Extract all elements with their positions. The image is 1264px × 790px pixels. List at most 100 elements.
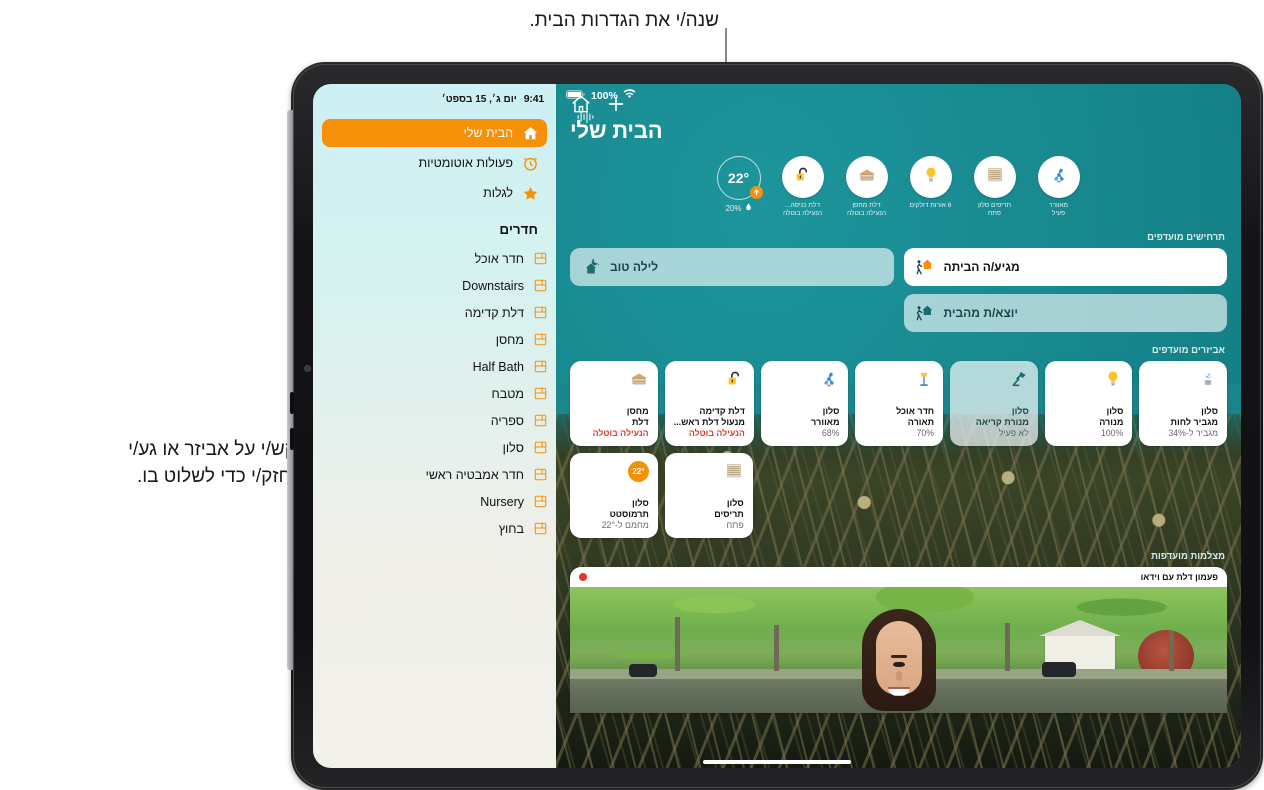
humidity-value: 20% — [725, 203, 742, 213]
room-icon — [533, 521, 548, 536]
heat-up-icon — [749, 186, 763, 199]
accessory-state: פתח — [726, 519, 744, 530]
sidebar-item-label: הבית שלי — [463, 126, 514, 140]
bulb-icon — [921, 165, 941, 190]
sidebar-room-item[interactable]: דלת קדימה — [313, 299, 556, 326]
temperature-ring: 22° — [716, 156, 763, 200]
room-icon — [533, 305, 548, 320]
accessory-text: סלון תריסים פתח — [674, 498, 744, 531]
status-icon-circle — [781, 156, 824, 198]
sidebar-room-item[interactable]: Half Bath — [313, 353, 556, 380]
volume-down-button[interactable] — [290, 428, 294, 450]
sidebar-room-item[interactable]: בחוץ — [313, 515, 556, 542]
accessory-room: סלון — [631, 497, 649, 508]
sidebar-room-item[interactable]: מחסן — [313, 326, 556, 353]
accessory-name: מגביר לחות — [1170, 416, 1218, 427]
status-icon-circle — [909, 156, 952, 198]
main-panel: 100% הבית שלי מאוורר פעיל תריסים סלון פת… — [556, 84, 1241, 768]
front-camera-icon — [305, 366, 310, 371]
accessory-state: 100% — [1100, 427, 1124, 438]
status-icon-circle — [1037, 156, 1080, 198]
sidebar-room-label: מחסן — [495, 332, 524, 347]
accessory-state: 70% — [916, 427, 935, 438]
accessory-name: מנורה — [1099, 416, 1124, 427]
accessory-name: מנעול דלת ראש... — [673, 416, 745, 427]
scene-tile[interactable]: יוצא/ת מהבית — [903, 293, 1227, 332]
accessory-room: סלון — [822, 405, 840, 416]
climate-summary[interactable]: 22° 20% — [713, 156, 765, 213]
volume-up-button[interactable] — [290, 392, 294, 414]
camera-live-view[interactable] — [570, 586, 1227, 713]
accessory-tile[interactable]: חדר אוכל תאורה 70% — [855, 360, 944, 446]
sidebar-room-item[interactable]: ספריה — [313, 407, 556, 434]
car-decoration — [1041, 661, 1076, 677]
accessory-text: סלון מאוורר 68% — [770, 405, 840, 439]
lock-open-icon — [725, 369, 745, 389]
sidebar-room-item[interactable]: סלון — [313, 434, 556, 461]
sidebar-room-item[interactable]: חדר אמבטיה ראשי — [313, 461, 556, 488]
wifi-icon — [623, 89, 636, 102]
sidebar-room-label: Downstairs — [462, 278, 524, 293]
accessory-tile[interactable]: סלון מנורת קריאה לא פעיל — [950, 360, 1038, 446]
status-summary-item[interactable]: תריסים סלון פתח — [969, 156, 1021, 219]
accessory-tile[interactable]: מחסן דלת הנעילה בוטלה — [570, 360, 658, 446]
thermostat-temperature-badge: 22° — [627, 460, 649, 482]
home-indicator[interactable] — [703, 760, 851, 764]
status-summary-item[interactable]: 6 אורות דולקים — [905, 156, 957, 210]
camera-card[interactable]: פעמון דלת עם וידאו — [570, 566, 1227, 713]
accessory-tile[interactable]: סלון מאוורר 68% — [760, 360, 849, 446]
accessory-text: סלון מנורה 100% — [1054, 405, 1124, 439]
accessory-tile[interactable]: סלון מנורה 100% — [1044, 360, 1133, 446]
ipad-device: 9:41 יום ג׳, 15 בספט׳ הבית שלי פעולות או… — [287, 62, 1263, 790]
siri-waveform-icon — [576, 110, 595, 129]
sidebar-room-label: מטבח — [491, 386, 524, 401]
eye-right — [892, 661, 902, 667]
leave-home-icon — [915, 303, 935, 323]
sidebar-room-item[interactable]: מטבח — [313, 380, 556, 407]
accessory-name: מנורת קריאה — [975, 416, 1029, 427]
status-icon-circle — [845, 156, 888, 198]
room-icon — [533, 494, 548, 509]
scene-label: לילה טוב — [610, 259, 659, 274]
accessory-room: מחסן — [626, 405, 649, 416]
accessory-state: לא פעיל — [998, 427, 1029, 438]
accessory-state: הנעילה בוטלה — [688, 427, 745, 438]
sidebar-item-label: לגלות — [483, 186, 513, 200]
sidebar-room-label: דלת קדימה — [464, 305, 524, 320]
face-shape — [875, 620, 922, 696]
sidebar: 9:41 יום ג׳, 15 בספט׳ הבית שלי פעולות או… — [313, 84, 556, 768]
temperature-value: 22° — [727, 170, 750, 186]
scene-tile[interactable]: לילה טוב — [570, 247, 894, 286]
ipad-side-rail — [287, 110, 293, 670]
accessory-state: מחמם ל-22° — [601, 519, 649, 530]
sidebar-room-label: Nursery — [480, 494, 524, 509]
humidity-label: 20% — [726, 203, 752, 213]
accessory-tile[interactable]: סלון מגביר לחות מגביר ל-34% — [1139, 360, 1227, 446]
status-item-label: דלת מחסן הנעילה בוטלה — [846, 202, 887, 218]
sidebar-room-label: Half Bath — [472, 359, 524, 374]
sidebar-item-discover[interactable]: לגלות — [322, 179, 547, 207]
room-icon — [533, 251, 548, 266]
callout-home-settings: שנה/י את הגדרות הבית. — [529, 10, 719, 31]
status-summary-item[interactable]: דלת כניסה... הנעילה בוטלה — [777, 156, 829, 219]
status-item-label: מאוורר פעיל — [1048, 202, 1069, 218]
sidebar-item-my-home[interactable]: הבית שלי — [322, 119, 547, 147]
sidebar-room-item[interactable]: Downstairs — [313, 272, 556, 299]
clock-icon — [522, 155, 539, 172]
accessory-tile[interactable]: דלת קדימה מנעול דלת ראש... הנעילה בוטלה — [664, 360, 754, 446]
sidebar-room-item[interactable]: Nursery — [313, 488, 556, 515]
sidebar-room-label: ספריה — [490, 413, 524, 428]
sidebar-room-item[interactable]: חדר אוכל — [313, 245, 556, 272]
status-bar-date: יום ג׳, 15 בספט׳ — [441, 93, 517, 105]
accessory-room: סלון — [1106, 405, 1124, 416]
accessory-tile[interactable]: סלון תריסים פתח — [664, 452, 753, 538]
status-summary-item[interactable]: מאוורר פעיל — [1033, 156, 1085, 219]
status-summary-item[interactable]: דלת מחסן הנעילה בוטלה — [841, 156, 893, 219]
favorite-accessories-grid-row2: סלון תריסים פתח 22° סלון תרמוסטט מחמם ל-22° — [570, 452, 1227, 538]
accessory-tile[interactable]: 22° סלון תרמוסטט מחמם ל-22° — [570, 452, 658, 538]
sidebar-item-automations[interactable]: פעולות אוטומטיות — [322, 149, 547, 177]
camera-title: פעמון דלת עם וידאו — [1140, 571, 1218, 582]
tree-trunk-decoration — [773, 624, 779, 671]
scene-tile[interactable]: מגיע/ה הביתה — [903, 247, 1227, 286]
main-scroll-area[interactable]: הבית שלי מאוורר פעיל תריסים סלון פתח 6 אור… — [556, 84, 1241, 768]
